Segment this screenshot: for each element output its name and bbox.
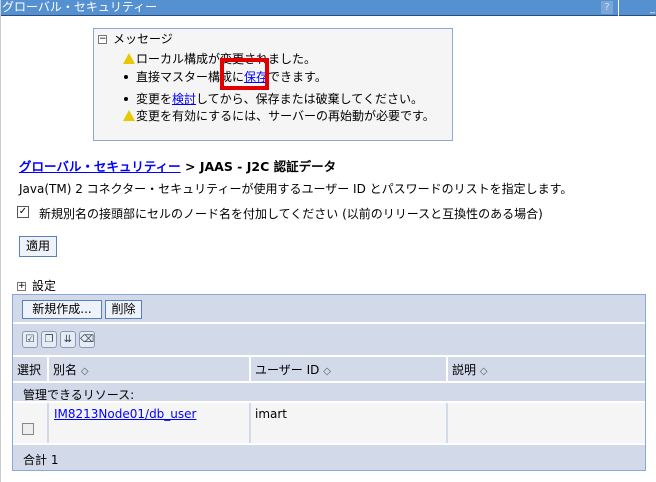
deselect-all-icon[interactable]: ❐ [41,331,57,348]
select-cell [13,403,49,443]
bullet-icon [124,96,128,101]
group-row: 管理できるリソース: [13,383,645,403]
message-header: メッセージ [113,32,173,46]
table-row: IM8213Node01/db_user imart [13,403,645,445]
column-header-user-id[interactable]: ユーザー ID ◇ [251,357,448,381]
sort-icon[interactable]: ◇ [480,366,488,377]
breadcrumb: グローバル・セキュリティー > JAAS - J2C 認証データ [19,156,336,175]
sort-icon[interactable]: ◇ [81,366,89,377]
settings-section[interactable]: + 設定 [17,277,56,294]
message-text: してから、保存または破棄してください。 [196,92,423,106]
table-button-row: 新規作成... 削除 [13,295,645,324]
table-header-row: 選択 別名 ◇ ユーザー ID ◇ 説明 ◇ [13,357,645,383]
total-label: 合計 [23,453,48,467]
user-id-header-label: ユーザー ID [255,363,320,377]
message-text: 変更を [136,92,173,106]
message-box: − メッセージ ローカル構成が変更されました。 直接マスター構成に保存できます。 … [93,28,453,141]
prefix-node-name-checkbox[interactable]: ✓ [17,206,29,218]
collapse-icon[interactable]: − [98,35,107,44]
column-header-alias[interactable]: 別名 ◇ [49,357,251,381]
bullet-icon [124,74,128,79]
sort-icon[interactable]: ◇ [323,366,331,377]
page-description: Java(TM) 2 コネクター・セキュリティーが使用するユーザー ID とパス… [19,182,573,196]
column-header-select: 選択 [13,357,49,381]
settings-label: 設定 [32,279,57,293]
review-link[interactable]: 検討 [172,92,196,106]
minimize-icon[interactable]: _ [650,1,655,16]
description-header-label: 説明 [452,363,477,377]
warning-icon [123,110,135,121]
apply-button[interactable]: 適用 [19,236,57,257]
help-icon[interactable]: ? [601,1,613,14]
alias-link[interactable]: IM8213Node01/db_user [54,407,196,421]
message-text: できます。 [268,70,327,84]
window-title-bar: グローバル・セキュリティー ? _ [1,0,656,16]
description-cell [448,403,645,443]
new-button[interactable]: 新規作成... [22,300,102,319]
breadcrumb-global-security-link[interactable]: グローバル・セキュリティー [19,159,181,174]
message-restart: 変更を有効にするには、サーバーの再始動が必要です。 [136,109,435,123]
prefix-node-name-label: 新規別名の接頭部にセルのノード名を付加してください (以前のリリースと互換性のあ… [39,207,543,221]
select-all-icon[interactable]: ☑ [22,331,38,348]
breadcrumb-separator: > [180,159,200,174]
delete-button[interactable]: 削除 [105,300,142,319]
alias-header-label: 別名 [53,363,78,377]
page-title: JAAS - J2C 認証データ [199,159,337,174]
total-row: 合計 1 [13,445,645,471]
show-filter-icon[interactable]: ⇊ [60,331,76,348]
table-icon-row: ☑ ❐ ⇊ ⌫ [13,324,645,357]
warning-icon [123,53,135,64]
highlight-annotation [220,58,269,90]
expand-icon[interactable]: + [17,282,26,291]
clear-filter-icon[interactable]: ⌫ [79,331,95,348]
auth-data-table: 新規作成... 削除 ☑ ❐ ⇊ ⌫ 選択 別名 ◇ ユーザー ID ◇ 説明 … [12,294,646,471]
divider [618,0,619,16]
row-checkbox[interactable] [22,423,34,435]
total-count: 1 [50,453,59,467]
alias-cell: IM8213Node01/db_user [49,403,251,443]
window-title: グローバル・セキュリティー [2,0,158,14]
user-id-cell: imart [251,403,448,443]
column-header-description[interactable]: 説明 ◇ [448,357,645,381]
